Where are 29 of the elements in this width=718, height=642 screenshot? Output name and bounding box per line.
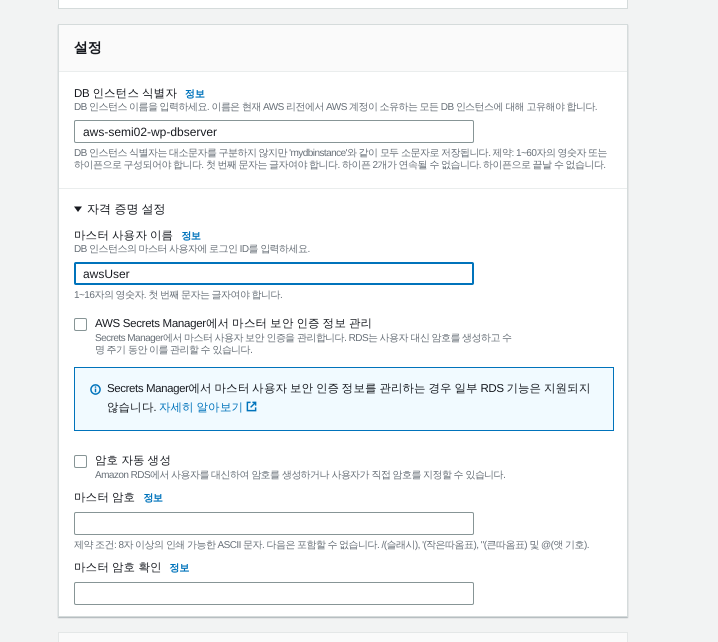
- field-constraint: 제약 조건: 8자 이상의 인쇄 가능한 ASCII 문자. 다음은 포함할 수 없습니다. /(슬래시), '(작은따옴표), "(큰따옴표) 및 @(앳 기호).: [74, 540, 590, 552]
- field-constraint: 1~16자의 영숫자. 첫 번째 문자는 글자여야 합니다.: [74, 290, 284, 302]
- checkbox[interactable]: [74, 318, 87, 331]
- info-link[interactable]: 정보: [170, 561, 190, 575]
- checkbox-description: Secrets Manager에서 마스터 사용자 보안 인증을 관리합니다. RDS는 사용자 대신 암호를 생성하고 수명 주기 동안 이를 관리할 수 있습니다.: [95, 333, 513, 357]
- field-label: 마스터 암호 확인: [74, 561, 162, 575]
- checkbox-description: Amazon RDS에서 사용자를 대신하여 암호를 생성하거나 사용자가 직접 암호를 지정할 수 있습니다.: [95, 470, 506, 482]
- field-description: DB 인스턴스의 마스터 사용자에 로그인 ID를 입력하세요.: [74, 244, 311, 256]
- info-icon: [90, 384, 101, 395]
- info-link[interactable]: 정보: [181, 229, 201, 243]
- field-label: DB 인스턴스 식별자: [74, 87, 178, 101]
- checkbox-label: AWS Secrets Manager에서 마스터 보안 인증 정보 관리: [95, 317, 374, 331]
- text-input[interactable]: aws-semi02-wp-dbserver: [74, 120, 474, 143]
- field-description: DB 인스턴스 이름을 입력하세요. 이름은 현재 AWS 리전에서 AWS 계정이 소유하는 모든 DB 인스턴스에 대해 고유해야 합니다.: [74, 102, 598, 114]
- info-link[interactable]: 정보: [185, 87, 204, 101]
- text-input[interactable]: [74, 512, 474, 535]
- section-title: 설정: [74, 39, 102, 57]
- field-label: 마스터 사용자 이름: [74, 229, 174, 243]
- text-input[interactable]: awsUser: [74, 262, 474, 285]
- info-link[interactable]: 정보: [143, 491, 163, 505]
- expander-toggle[interactable]: 자격 증명 설정: [74, 201, 612, 217]
- field-label: 마스터 암호: [74, 491, 136, 505]
- checkbox-label: 암호 자동 생성: [95, 454, 172, 468]
- checkbox[interactable]: [74, 455, 87, 468]
- text-input[interactable]: [74, 582, 474, 605]
- field-constraint: DB 인스턴스 식별자는 대소문자를 구분하지 않지만 'mydbinstance'와 같이 모두 소문자로 저장됩니다. 제약: 1~60자의 영숫자 또는 하이픈으로 구성되어야 합니다. 첫 번째 문자는 글자여야 합니다. 하이픈 2개가 연속될 수 없습니다. 하이픈으로 끝날 수 없습니다.: [74, 148, 608, 172]
- external-link-icon: [246, 401, 257, 412]
- learn-more-link[interactable]: 자세히 알아보기: [159, 402, 257, 414]
- alert-message: Secrets Manager에서 마스터 사용자 보안 인증 정보를 관리하는 경우 일부 RDS 기능은 지원되지 않습니다. 자세히 알아보기: [107, 382, 592, 416]
